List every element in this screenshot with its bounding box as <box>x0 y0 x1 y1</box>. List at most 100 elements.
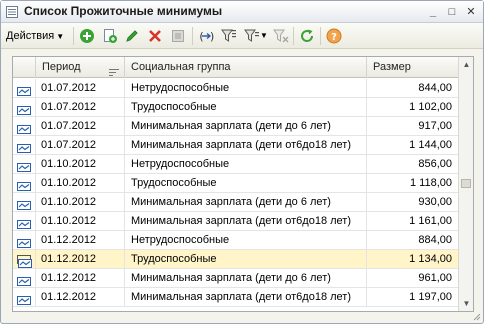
record-icon <box>17 141 31 153</box>
record-icon <box>17 84 31 96</box>
cell-size: 961,00 <box>367 269 459 288</box>
copy-icon[interactable] <box>102 28 118 44</box>
row-icon-cell <box>13 193 36 212</box>
cell-social-group: Трудоспособные <box>125 174 367 193</box>
record-icon <box>17 160 31 172</box>
delete-icon[interactable] <box>147 28 163 44</box>
cell-period: 01.10.2012 <box>36 174 125 193</box>
table-row[interactable]: 01.10.2012 Минимальная зарплата (дети от6… <box>13 212 459 231</box>
cell-social-group: Минимальная зарплата (дети до 6 лет) <box>125 193 367 212</box>
window-title: Список Прожиточные минимумы <box>24 4 223 18</box>
header-size-label: Размер <box>373 61 411 73</box>
filter-icon[interactable] <box>221 28 237 44</box>
cell-size: 1 134,00 <box>367 250 459 269</box>
header-social-group-label: Социальная группа <box>131 61 231 73</box>
resize-grip-icon[interactable] <box>471 311 481 321</box>
scroll-thumb[interactable] <box>461 179 471 188</box>
cell-social-group: Минимальная зарплата (дети от6до18 лет) <box>125 212 367 231</box>
table-row[interactable]: 01.07.2012 Нетрудоспособные 844,00 <box>13 79 459 98</box>
table-row[interactable]: 01.07.2012 Минимальная зарплата (дети до … <box>13 117 459 136</box>
table-row[interactable]: 01.07.2012 Минимальная зарплата (дети от6… <box>13 136 459 155</box>
cell-social-group: Нетрудоспособные <box>125 79 367 98</box>
record-icon <box>17 122 31 134</box>
toolbar-separator <box>73 27 74 45</box>
cell-social-group: Минимальная зарплата (дети от6до18 лет) <box>125 136 367 155</box>
toolbar-separator <box>293 27 294 45</box>
cell-size: 884,00 <box>367 231 459 250</box>
actions-label: Действия <box>6 30 55 42</box>
scroll-up-icon[interactable]: ▲ <box>459 57 473 72</box>
table-row[interactable]: 01.10.2012 Минимальная зарплата (дети до … <box>13 193 459 212</box>
cell-size: 917,00 <box>367 117 459 136</box>
cell-size: 1 102,00 <box>367 98 459 117</box>
cell-social-group: Минимальная зарплата (дети до 6 лет) <box>125 117 367 136</box>
cell-social-group: Нетрудоспособные <box>125 155 367 174</box>
cell-size: 930,00 <box>367 193 459 212</box>
record-icon <box>17 255 32 268</box>
data-table[interactable]: Период Социальная группа Размер 01.07.20… <box>12 56 474 312</box>
row-icon-cell <box>13 155 36 174</box>
cell-size: 844,00 <box>367 79 459 98</box>
svg-text:?: ? <box>331 32 337 43</box>
table-row[interactable]: 01.12.2012 Минимальная зарплата (дети до … <box>13 269 459 288</box>
cell-period: 01.07.2012 <box>36 79 125 98</box>
row-icon-cell <box>13 288 36 307</box>
header-social-group[interactable]: Социальная группа <box>125 57 367 78</box>
cell-social-group: Минимальная зарплата (дети от6до18 лет) <box>125 288 367 307</box>
chevron-down-icon[interactable]: ▼ <box>260 28 268 44</box>
cell-period: 01.07.2012 <box>36 117 125 136</box>
table-body: 01.07.2012 Нетрудоспособные 844,00 01.07.20… <box>13 79 459 307</box>
cell-size: 1 161,00 <box>367 212 459 231</box>
cell-period: 01.10.2012 <box>36 212 125 231</box>
cell-period: 01.07.2012 <box>36 136 125 155</box>
set-interval-icon[interactable]: () <box>198 28 214 44</box>
actions-menu-button[interactable]: Действия ▼ <box>6 28 64 44</box>
table-row[interactable]: 01.10.2012 Трудоспособные 1 118,00 <box>13 174 459 193</box>
cell-period: 01.10.2012 <box>36 155 125 174</box>
cell-period: 01.12.2012 <box>36 231 125 250</box>
cell-size: 856,00 <box>367 155 459 174</box>
cell-period: 01.12.2012 <box>36 269 125 288</box>
header-period-label: Период <box>42 61 81 73</box>
row-icon-cell <box>13 231 36 250</box>
help-icon[interactable]: ? <box>326 28 342 44</box>
toolbar-separator <box>192 27 193 45</box>
toolbar: Действия▼ () ▼ <box>1 23 483 49</box>
table-row[interactable]: 01.10.2012 Нетрудоспособные 856,00 <box>13 155 459 174</box>
cell-period: 01.10.2012 <box>36 193 125 212</box>
cell-size: 1 144,00 <box>367 136 459 155</box>
title-bar: Список Прожиточные минимумы _ □ ✕ <box>1 1 483 23</box>
cell-size: 1 118,00 <box>367 174 459 193</box>
minimize-icon[interactable]: _ <box>425 5 441 19</box>
cell-period: 01.12.2012 <box>36 250 125 269</box>
row-icon-cell <box>13 250 36 269</box>
table-row[interactable]: 01.12.2012 Трудоспособные 1 134,00 <box>13 250 459 269</box>
add-icon[interactable] <box>79 28 95 44</box>
record-icon <box>17 179 31 191</box>
row-icon-cell <box>13 136 36 155</box>
row-icon-cell <box>13 212 36 231</box>
edit-icon[interactable] <box>124 28 140 44</box>
vertical-scrollbar[interactable]: ▲ ▼ <box>458 57 473 311</box>
sort-ascending-icon <box>109 64 119 76</box>
toolbar-separator <box>320 27 321 45</box>
cell-social-group: Нетрудоспособные <box>125 231 367 250</box>
row-icon-cell <box>13 98 36 117</box>
table-row[interactable]: 01.07.2012 Трудоспособные 1 102,00 <box>13 98 459 117</box>
table-row[interactable]: 01.12.2012 Минимальная зарплата (дети от6… <box>13 288 459 307</box>
cell-social-group: Трудоспособные <box>125 250 367 269</box>
filter-options-icon[interactable] <box>244 28 260 44</box>
cell-size: 1 197,00 <box>367 288 459 307</box>
refresh-icon[interactable] <box>299 28 315 44</box>
disabled-icon <box>170 28 186 44</box>
close-icon[interactable]: ✕ <box>463 5 479 19</box>
scroll-down-icon[interactable]: ▼ <box>459 296 473 311</box>
cell-social-group: Минимальная зарплата (дети до 6 лет) <box>125 269 367 288</box>
table-row[interactable]: 01.12.2012 Нетрудоспособные 884,00 <box>13 231 459 250</box>
header-size[interactable]: Размер <box>367 57 459 78</box>
cell-social-group: Трудоспособные <box>125 98 367 117</box>
maximize-icon[interactable]: □ <box>444 5 460 19</box>
cell-period: 01.07.2012 <box>36 98 125 117</box>
row-icon-cell <box>13 269 36 288</box>
header-period[interactable]: Период <box>36 57 125 78</box>
